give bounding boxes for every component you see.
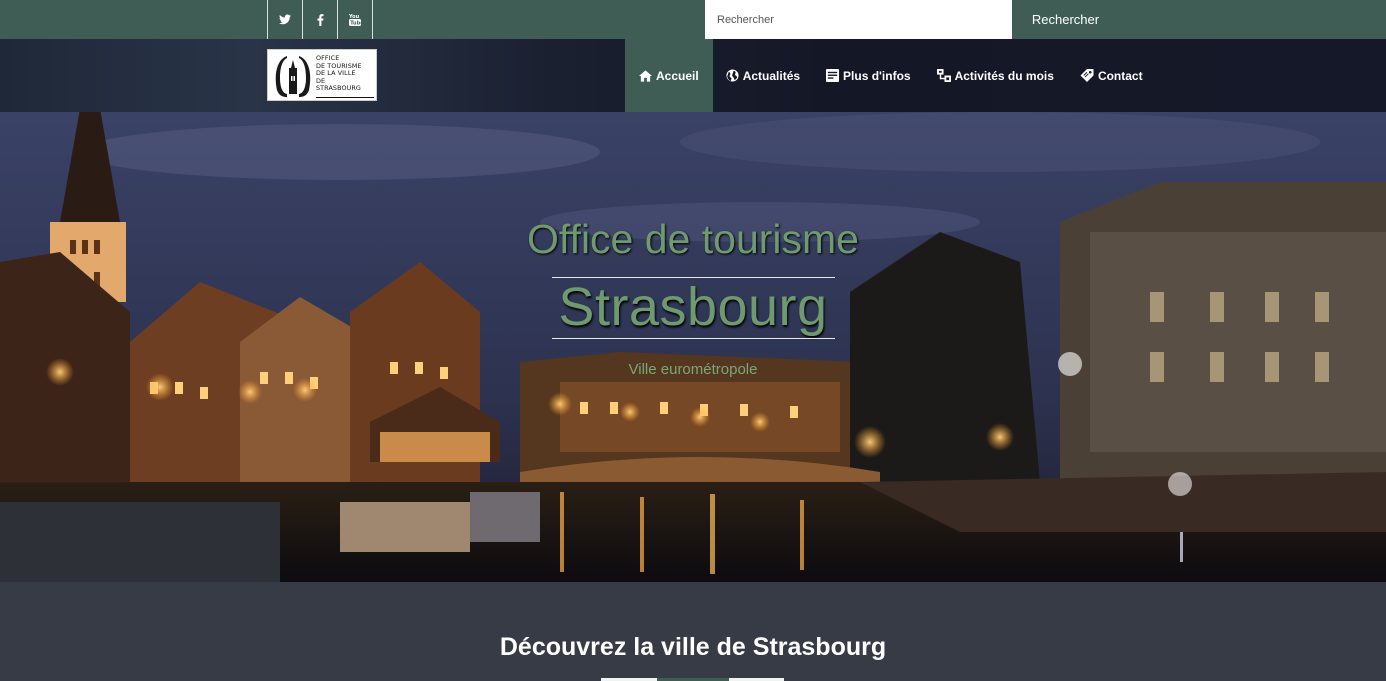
- strasbourg-night-photo: [0, 112, 1386, 582]
- tag-icon: [1080, 69, 1094, 82]
- nav-item-label: Contact: [1097, 68, 1143, 83]
- nav-item-actualites[interactable]: Actualités: [713, 39, 813, 112]
- home-icon: [639, 69, 652, 82]
- search-button[interactable]: Rechercher: [1012, 0, 1119, 39]
- logo-text: OFFICE DE TOURISME DE LA VILLE DE STRASB…: [316, 54, 362, 93]
- section-title: Découvrez la ville de Strasbourg: [499, 633, 887, 661]
- facebook-button[interactable]: [302, 0, 337, 39]
- facebook-icon: [317, 13, 323, 26]
- cathedral-logo-icon: [275, 56, 311, 97]
- nav-item-activites-du-mois[interactable]: Activités du mois: [924, 39, 1067, 112]
- hero-city-name: Strasbourg: [558, 277, 828, 337]
- document-icon: [826, 69, 840, 82]
- search-input[interactable]: [705, 0, 1012, 39]
- top-bar: YouTube Rechercher: [0, 0, 1386, 39]
- nav-item-label: Activités du mois: [954, 68, 1054, 83]
- logo-divider: [316, 97, 374, 98]
- nav-item-label: Plus d'infos: [843, 68, 911, 83]
- nav-item-label: Actualités: [742, 68, 801, 83]
- hero-subtitle: Ville eurométropole: [628, 361, 758, 378]
- hero-title: Office de tourisme: [527, 216, 859, 262]
- twitter-button[interactable]: [267, 0, 302, 39]
- nav-item-label: Accueil: [656, 68, 699, 83]
- hero-banner: Office de tourisme Strasbourg Ville euro…: [0, 112, 1386, 582]
- nav-item-plus-dinfos[interactable]: Plus d'infos: [813, 39, 924, 112]
- nav-item-accueil[interactable]: Accueil: [625, 39, 713, 112]
- main-nav: Accueil Actualités Plus d'infos Activité…: [625, 39, 1156, 112]
- hero-divider-bottom: [552, 338, 835, 339]
- social-links: YouTube: [267, 0, 373, 39]
- youtube-icon: YouTube: [349, 14, 361, 26]
- nav-item-contact[interactable]: Contact: [1067, 39, 1156, 112]
- twitter-icon: [279, 14, 291, 25]
- site-logo[interactable]: OFFICE DE TOURISME DE LA VILLE DE STRASB…: [267, 49, 377, 101]
- globe-icon: [726, 69, 739, 82]
- activities-icon: [936, 69, 951, 82]
- svg-text:Tube: Tube: [350, 20, 361, 26]
- youtube-button[interactable]: YouTube: [337, 0, 373, 39]
